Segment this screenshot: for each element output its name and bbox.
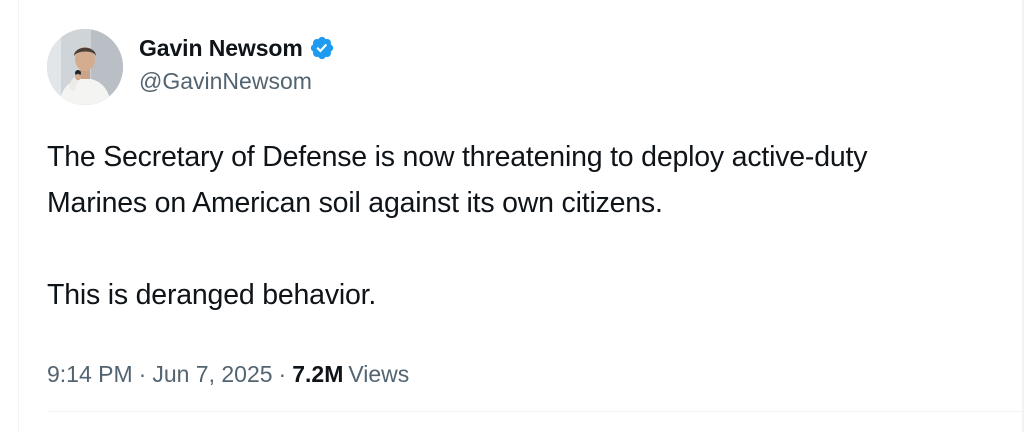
- views-label[interactable]: Views: [348, 361, 409, 388]
- tweet-page: Gavin Newsom @GavinNewsom The Secretary …: [0, 0, 1024, 432]
- column-border: [0, 0, 19, 432]
- tweet-divider: [47, 411, 1024, 412]
- views-count[interactable]: 7.2M: [292, 361, 343, 388]
- author-names: Gavin Newsom @GavinNewsom: [139, 33, 335, 95]
- verified-badge-icon[interactable]: [309, 35, 335, 61]
- tweet-header: Gavin Newsom @GavinNewsom: [47, 29, 1022, 105]
- author-display-name[interactable]: Gavin Newsom: [139, 35, 303, 62]
- tweet-time[interactable]: 9:14 PM: [47, 361, 133, 388]
- tweet-card: Gavin Newsom @GavinNewsom The Secretary …: [47, 29, 1022, 388]
- tweet-text-line: The Secretary of Defense is now threaten…: [47, 141, 868, 173]
- author-handle[interactable]: @GavinNewsom: [139, 68, 335, 95]
- meta-separator: ·: [138, 361, 147, 387]
- tweet-meta: 9:14 PM · Jun 7, 2025 · 7.2M Views: [47, 361, 1022, 388]
- profile-photo-icon: [47, 29, 123, 105]
- tweet-text-line: Marines on American soil against its own…: [47, 187, 663, 219]
- tweet-text: The Secretary of Defense is now threaten…: [47, 134, 1022, 318]
- tweet-date[interactable]: Jun 7, 2025: [152, 361, 272, 388]
- meta-separator: ·: [278, 361, 287, 387]
- avatar[interactable]: [47, 29, 123, 105]
- name-row: Gavin Newsom: [139, 33, 335, 63]
- tweet-text-line: This is deranged behavior.: [47, 279, 377, 311]
